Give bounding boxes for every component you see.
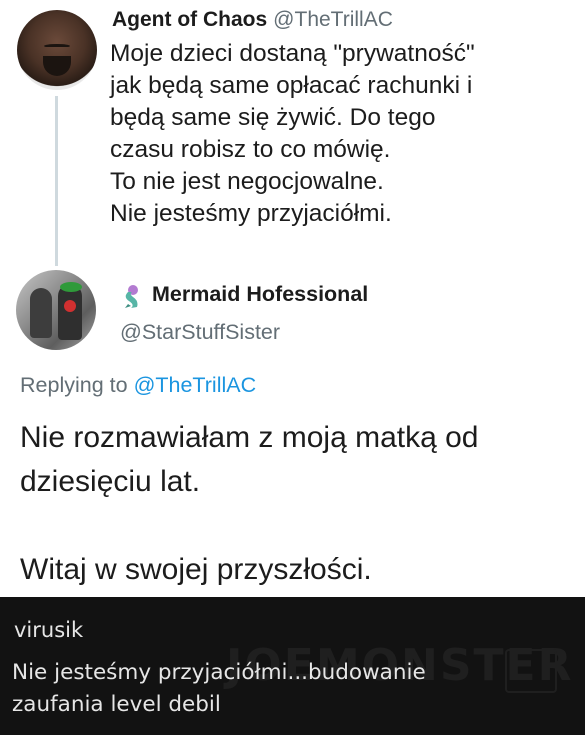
- author-name[interactable]: Agent of Chaos: [112, 8, 267, 31]
- mermaid-icon: [125, 285, 138, 308]
- watermark-badge: [505, 649, 557, 693]
- original-tweet: Agent of Chaos @TheTrillAC Moje dzieci do…: [0, 0, 585, 268]
- author-name[interactable]: Mermaid Hofessional: [152, 282, 368, 307]
- comment-text: Nie jesteśmy przyjaciółmi...budowanie za…: [12, 657, 426, 721]
- replying-prefix: Replying to: [20, 373, 128, 397]
- tweet-text-line: czasu robisz to co mówię.: [110, 136, 391, 163]
- tweet-text: Moje dzieci dostaną "prywatność" jak będ…: [110, 38, 580, 230]
- thread-connector-line: [55, 96, 58, 266]
- avatar-figure: [30, 288, 52, 338]
- comment-panel: JOEMONSTER virusik Nie jesteśmy przyjaci…: [0, 597, 585, 735]
- avatar-beard: [43, 56, 71, 76]
- reply-text-line: dziesięciu lat.: [20, 465, 201, 498]
- reply-text-line: Nie rozmawiałam z moją matką od: [20, 421, 479, 454]
- tweet-text-line: Moje dzieci dostaną "prywatność": [110, 40, 475, 67]
- tweet-text-line: To nie jest negocjowalne.: [110, 168, 384, 195]
- author-handle[interactable]: @StarStuffSister: [120, 320, 280, 345]
- tweet-author-line: Agent of Chaos @TheTrillAC: [112, 8, 393, 32]
- comment-username[interactable]: virusik: [14, 618, 83, 642]
- avatar[interactable]: [16, 270, 96, 350]
- tweet-text-line: jak będą same opłacać rachunki i: [110, 72, 473, 99]
- replying-mention-link[interactable]: @TheTrillAC: [134, 373, 257, 397]
- avatar-figure: [58, 284, 82, 340]
- comment-text-line: zaufania level debil: [12, 692, 221, 717]
- replying-to: Replying to @TheTrillAC: [20, 373, 256, 398]
- reply-text: Nie rozmawiałam z moją matką od dziesięc…: [20, 416, 580, 592]
- avatar[interactable]: [17, 10, 97, 90]
- avatar-eyes: [44, 44, 70, 48]
- tweet-text-line: będą same się żywić. Do tego: [110, 104, 436, 131]
- reply-text-line: Witaj w swojej przyszłości.: [20, 553, 372, 586]
- avatar-hat: [60, 282, 82, 292]
- tweet-text-line: Nie jesteśmy przyjaciółmi.: [110, 200, 392, 227]
- avatar-mask: [64, 300, 76, 312]
- comment-text-line: Nie jesteśmy przyjaciółmi...budowanie: [12, 660, 426, 685]
- author-handle[interactable]: @TheTrillAC: [273, 8, 393, 31]
